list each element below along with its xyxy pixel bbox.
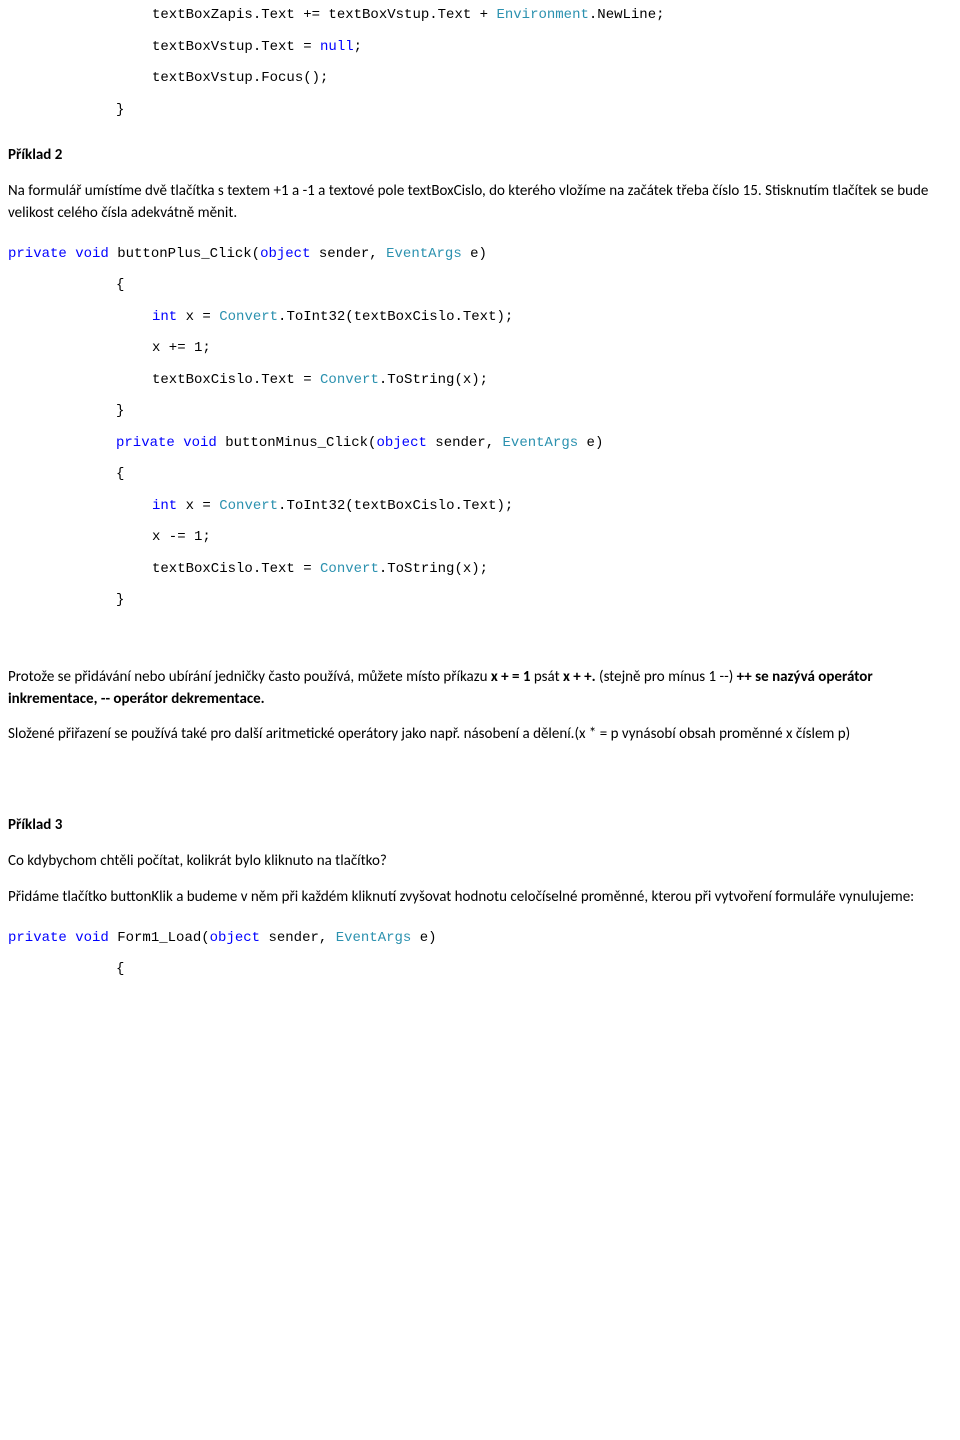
code-keyword: private bbox=[8, 930, 67, 946]
code-type: EventArgs bbox=[503, 435, 579, 451]
code-brace: { bbox=[116, 961, 124, 977]
code-text: x = bbox=[177, 498, 219, 514]
code-keyword: int bbox=[152, 309, 177, 325]
code-text: e) bbox=[578, 435, 603, 451]
text-run: (stejně pro mínus 1 --) bbox=[596, 668, 737, 686]
code-text: e) bbox=[462, 246, 487, 262]
code-block-plus: private void buttonPlus_Click(object sen… bbox=[8, 239, 952, 617]
code-text: textBoxCislo.Text = bbox=[152, 561, 320, 577]
code-keyword: private bbox=[116, 435, 175, 451]
code-type: Environment bbox=[496, 7, 588, 23]
code-text: ; bbox=[354, 39, 362, 55]
code-text: sender, bbox=[310, 246, 386, 262]
code-text: .ToInt32(textBoxCislo.Text); bbox=[278, 309, 513, 325]
code-type: Convert bbox=[219, 498, 278, 514]
code-text: buttonMinus_Click( bbox=[217, 435, 377, 451]
code-text: e) bbox=[411, 930, 436, 946]
example-3-desc: Přidáme tlačítko buttonKlik a budeme v n… bbox=[8, 887, 952, 909]
paragraph-compound-assign: Složené přiřazení se používá také pro da… bbox=[8, 724, 952, 746]
code-text: x += 1; bbox=[152, 340, 211, 356]
code-brace: } bbox=[116, 403, 124, 419]
code-text: sender, bbox=[427, 435, 503, 451]
code-text: .NewLine; bbox=[589, 7, 665, 23]
code-text: .ToString(x); bbox=[379, 372, 488, 388]
code-text: Form1_Load( bbox=[109, 930, 210, 946]
document-page: textBoxZapis.Text += textBoxVstup.Text +… bbox=[0, 0, 960, 1026]
code-keyword: object bbox=[376, 435, 426, 451]
code-text bbox=[67, 246, 75, 262]
code-type: Convert bbox=[320, 372, 379, 388]
code-block-form-load: private void Form1_Load(object sender, E… bbox=[8, 923, 952, 986]
code-type: EventArgs bbox=[386, 246, 462, 262]
code-brace: { bbox=[116, 466, 124, 482]
code-text: x -= 1; bbox=[152, 529, 211, 545]
code-block-top: textBoxZapis.Text += textBoxVstup.Text +… bbox=[8, 0, 952, 126]
code-keyword: object bbox=[260, 246, 310, 262]
text-run: psát bbox=[530, 668, 563, 686]
code-text: textBoxZapis.Text += textBoxVstup.Text + bbox=[152, 7, 496, 23]
code-keyword: null bbox=[320, 39, 354, 55]
code-type: Convert bbox=[320, 561, 379, 577]
text-bold: x + +. bbox=[563, 668, 596, 686]
code-text: buttonPlus_Click( bbox=[109, 246, 260, 262]
code-keyword: void bbox=[75, 246, 109, 262]
code-text: .ToInt32(textBoxCislo.Text); bbox=[278, 498, 513, 514]
example-3-heading: Příklad 3 bbox=[8, 814, 952, 837]
example-2-paragraph: Na formulář umístíme dvě tlačítka s text… bbox=[8, 181, 952, 225]
code-text: textBoxVstup.Focus(); bbox=[152, 70, 328, 86]
paragraph-inc-dec: Protože se přidávání nebo ubírání jednič… bbox=[8, 667, 952, 711]
example-3-question: Co kdybychom chtěli počítat, kolikrát by… bbox=[8, 851, 952, 873]
code-text: textBoxVstup.Text = bbox=[152, 39, 320, 55]
code-text: x = bbox=[177, 309, 219, 325]
code-brace: { bbox=[116, 277, 124, 293]
code-keyword: object bbox=[210, 930, 260, 946]
code-type: EventArgs bbox=[336, 930, 412, 946]
code-keyword: void bbox=[75, 930, 109, 946]
code-text: sender, bbox=[260, 930, 336, 946]
code-text: .ToString(x); bbox=[379, 561, 488, 577]
code-text: textBoxCislo.Text = bbox=[152, 372, 320, 388]
code-keyword: void bbox=[183, 435, 217, 451]
code-brace: } bbox=[116, 102, 124, 118]
code-keyword: int bbox=[152, 498, 177, 514]
code-type: Convert bbox=[219, 309, 278, 325]
code-keyword: private bbox=[8, 246, 67, 262]
example-2-heading: Příklad 2 bbox=[8, 144, 952, 167]
text-bold: x + = 1 bbox=[491, 668, 531, 686]
code-brace: } bbox=[116, 592, 124, 608]
text-run: Protože se přidávání nebo ubírání jednič… bbox=[8, 668, 491, 686]
